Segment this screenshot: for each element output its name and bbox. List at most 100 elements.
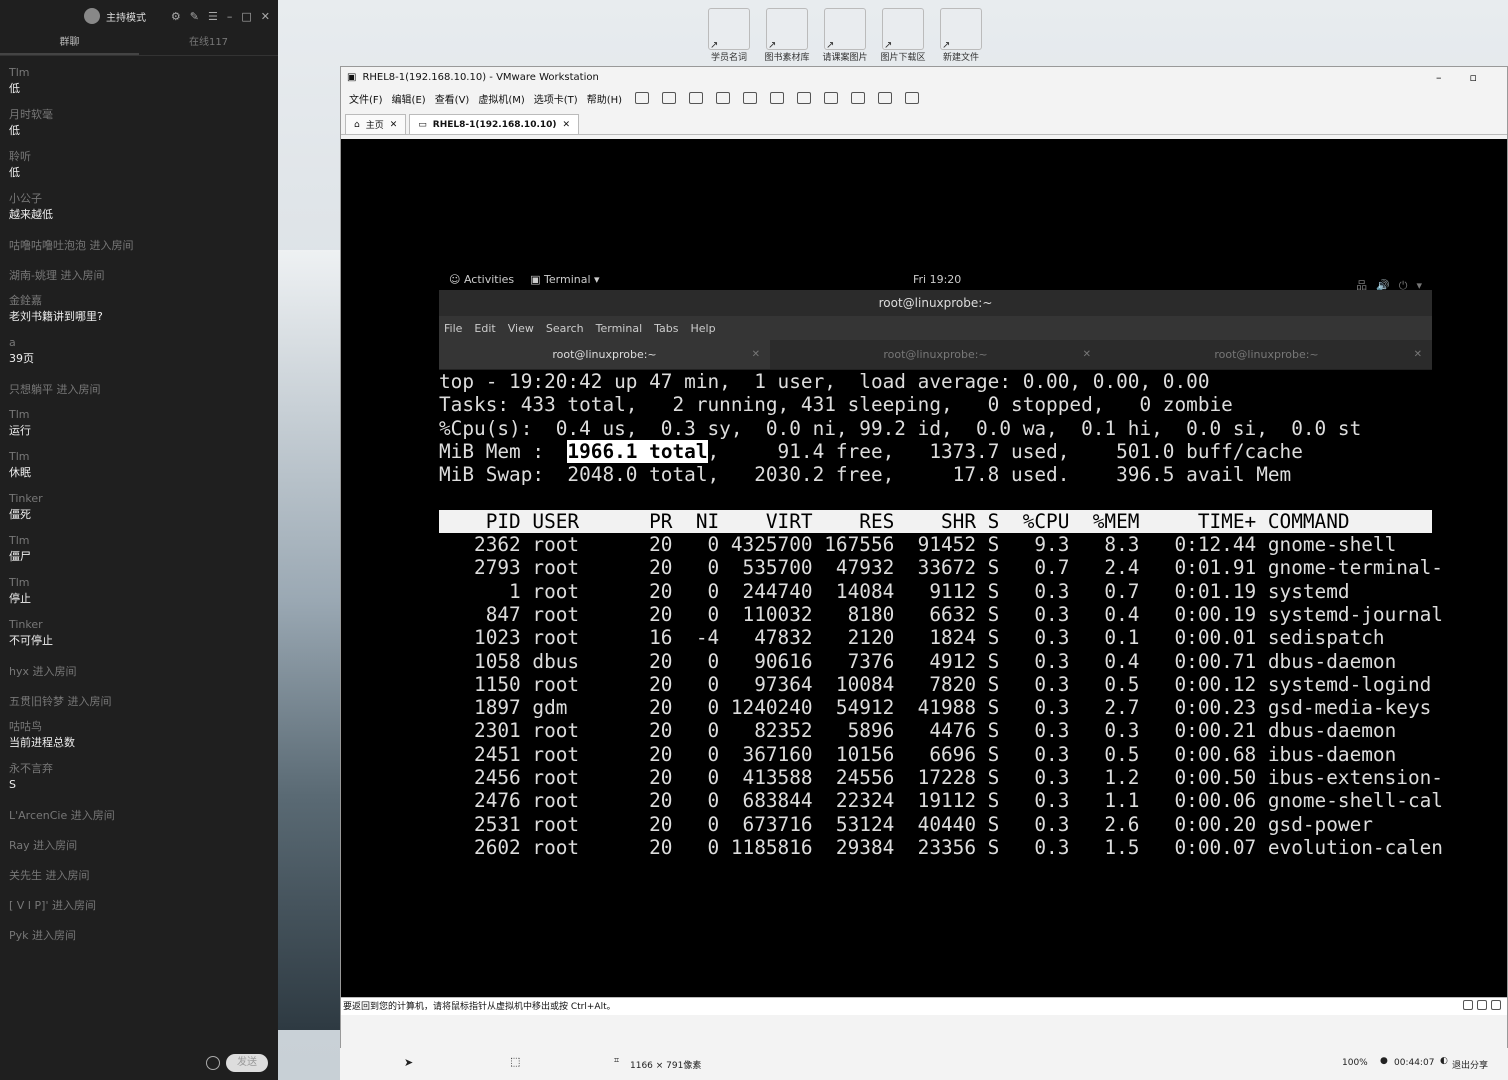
- menu-item[interactable]: 帮助(H): [587, 91, 622, 106]
- close-icon[interactable]: ✕: [752, 340, 760, 370]
- sender-name[interactable]: 小公子: [9, 192, 278, 206]
- clock[interactable]: Fri 19:20: [913, 273, 961, 286]
- table-row[interactable]: 2456 root 20 0 413588 24556 17228 S 0.3 …: [439, 766, 1443, 789]
- desktop-shortcut[interactable]: 图片下载区: [878, 8, 928, 63]
- send-keys-icon[interactable]: [662, 92, 677, 104]
- pause-icon[interactable]: [635, 92, 650, 104]
- device-icon[interactable]: [1463, 1000, 1473, 1010]
- sender-name[interactable]: 永不言弃: [9, 762, 278, 776]
- table-row[interactable]: 2362 root 20 0 4325700 167556 91452 S 9.…: [439, 533, 1432, 556]
- sender-name[interactable]: 聆听: [9, 150, 278, 164]
- table-row[interactable]: 2451 root 20 0 367160 10156 6696 S 0.3 0…: [439, 743, 1432, 766]
- terminal-tab[interactable]: root@linuxprobe:~ ✕: [770, 340, 1101, 369]
- close-icon[interactable]: ✕: [563, 120, 571, 130]
- desktop-shortcut[interactable]: 图书素材库: [762, 8, 812, 63]
- terminal-tab[interactable]: root@linuxprobe:~ ✕: [439, 340, 770, 369]
- exit-share-button[interactable]: 退出分享: [1452, 1058, 1488, 1071]
- settings-icon[interactable]: ⚙: [171, 10, 181, 23]
- desktop-shortcut[interactable]: 新建文件: [936, 8, 986, 63]
- desktop-shortcut[interactable]: 学员名词: [704, 8, 754, 63]
- sender-name[interactable]: 月时软毫: [9, 108, 278, 122]
- sender-name[interactable]: Tlm: [9, 408, 278, 422]
- summary-line: %Cpu(s): 0.4 us, 0.3 sy, 0.0 ni, 99.2 id…: [439, 416, 1362, 440]
- menu-icon[interactable]: ☰: [208, 10, 218, 23]
- table-row[interactable]: 1058 dbus 20 0 90616 7376 4912 S 0.3 0.4…: [439, 650, 1432, 673]
- menu-item[interactable]: 文件(F): [349, 91, 383, 106]
- table-row[interactable]: 847 root 20 0 110032 8180 6632 S 0.3 0.4…: [439, 603, 1443, 626]
- desktop-shortcut[interactable]: 请课案图片: [820, 8, 870, 63]
- sender-name[interactable]: Tlm: [9, 450, 278, 464]
- summary-line: MiB Swap: 2048.0 total, 2030.2 free, 17.…: [439, 463, 1292, 487]
- table-row[interactable]: 1 root 20 0 244740 14084 9112 S 0.3 0.7 …: [439, 580, 1432, 603]
- maximize-icon[interactable]: ▫: [1470, 71, 1477, 84]
- maximize-icon[interactable]: □: [241, 10, 251, 23]
- sender-name[interactable]: Tinker: [9, 492, 278, 506]
- app-label: Terminal ▾: [544, 272, 600, 286]
- revert-icon[interactable]: [716, 92, 731, 104]
- message-list[interactable]: Tlm 低月时软毫低聆听低小公子 越来越低 咕噜咕噜吐泡泡 进入房间 湖南-姚理 进入房…: [0, 56, 278, 1056]
- close-icon[interactable]: ✕: [1414, 340, 1422, 370]
- close-icon[interactable]: ✕: [1083, 340, 1091, 370]
- menu-item[interactable]: 编辑(E): [392, 91, 426, 106]
- snapshot-icon[interactable]: [689, 92, 704, 104]
- message-text: 低: [9, 124, 20, 137]
- stretch-icon[interactable]: [905, 92, 920, 104]
- terminal-output[interactable]: top - 19:20:42 up 47 min, 1 user, load a…: [439, 370, 1443, 862]
- minimize-icon[interactable]: –: [227, 10, 233, 23]
- tab-vm[interactable]: ▭ RHEL8-1(192.168.10.10) ✕: [409, 114, 580, 134]
- table-row[interactable]: 2531 root 20 0 673716 53124 40440 S 0.3 …: [439, 813, 1432, 836]
- recorder-bar: ➤ ⬚ ⌗ 1166 × 791像素 100% ● 00:44:07 ◐ 退出分…: [340, 1048, 1508, 1080]
- table-row[interactable]: 2793 root 20 0 535700 47932 33672 S 0.7 …: [439, 556, 1443, 579]
- menu-item[interactable]: File: [444, 322, 462, 335]
- menu-item[interactable]: 查看(V): [435, 91, 470, 106]
- menu-item[interactable]: Edit: [474, 322, 495, 335]
- table-row[interactable]: 1150 root 20 0 97364 10084 7820 S 0.3 0.…: [439, 673, 1432, 696]
- tab-group-chat[interactable]: 群聊: [0, 32, 139, 55]
- app-menu[interactable]: ▣ Terminal ▾: [530, 273, 599, 286]
- table-row[interactable]: 1023 root 16 -4 47832 2120 1824 S 0.3 0.…: [439, 626, 1432, 649]
- device-icon[interactable]: [1491, 1000, 1501, 1010]
- sender-name[interactable]: a: [9, 336, 278, 350]
- close-icon[interactable]: ✕: [261, 10, 270, 23]
- sender-name[interactable]: Tlm: [9, 534, 278, 548]
- close-icon[interactable]: ✕: [390, 120, 398, 130]
- minimize-icon[interactable]: –: [1436, 71, 1442, 84]
- sender-name[interactable]: 金銓嘉: [9, 294, 278, 308]
- menu-item[interactable]: Tabs: [654, 322, 678, 335]
- unity-icon[interactable]: [851, 92, 866, 104]
- sender-name[interactable]: Tinker: [9, 618, 278, 632]
- tab-home[interactable]: ⌂ 主页 ✕: [345, 114, 407, 134]
- avatar[interactable]: [84, 8, 100, 24]
- menu-item[interactable]: Terminal: [596, 322, 643, 335]
- menu-item[interactable]: Search: [546, 322, 584, 335]
- table-row[interactable]: 2301 root 20 0 82352 5896 4476 S 0.3 0.3…: [439, 719, 1432, 742]
- table-row[interactable]: 2476 root 20 0 683844 22324 19112 S 0.3 …: [439, 789, 1443, 812]
- menu-item[interactable]: 选项卡(T): [534, 91, 578, 106]
- terminal-tab[interactable]: root@linuxprobe:~ ✕: [1101, 340, 1432, 369]
- terminal-tabs: root@linuxprobe:~ ✕ root@linuxprobe:~ ✕ root…: [439, 340, 1432, 370]
- menu-item[interactable]: 虚拟机(M): [478, 91, 524, 106]
- select-area-icon[interactable]: ⬚: [510, 1055, 520, 1068]
- device-icon[interactable]: [1477, 1000, 1487, 1010]
- exit-icon[interactable]: ◐: [1440, 1056, 1448, 1066]
- tab-online[interactable]: 在线117: [139, 32, 278, 55]
- menu-item[interactable]: Help: [691, 322, 716, 335]
- menu-item[interactable]: View: [508, 322, 534, 335]
- console-icon[interactable]: [878, 92, 893, 104]
- message-text: 当前进程总数: [9, 736, 75, 749]
- activities-button[interactable]: ☺ Activities: [449, 273, 514, 286]
- window-controls: ⚙ ✎ ☰ – □ ✕: [171, 10, 278, 23]
- emoji-icon[interactable]: [206, 1056, 220, 1070]
- send-button[interactable]: 发送: [226, 1054, 268, 1072]
- sender-name[interactable]: 咕咕鸟: [9, 720, 278, 734]
- thumbnail-icon[interactable]: [797, 92, 812, 104]
- manage-snapshot-icon[interactable]: [743, 92, 758, 104]
- sidebar-icon[interactable]: [770, 92, 785, 104]
- sender-name[interactable]: Tlm: [9, 576, 278, 590]
- sender-name[interactable]: Tlm: [9, 66, 278, 80]
- table-row[interactable]: 1897 gdm 20 0 1240240 54912 41988 S 0.3 …: [439, 696, 1432, 719]
- table-row[interactable]: 2602 root 20 0 1185816 29384 23356 S 0.3…: [439, 836, 1443, 859]
- edit-icon[interactable]: ✎: [190, 10, 199, 23]
- fullscreen-icon[interactable]: [824, 92, 839, 104]
- list-item: 永不言弃 S: [9, 762, 278, 794]
